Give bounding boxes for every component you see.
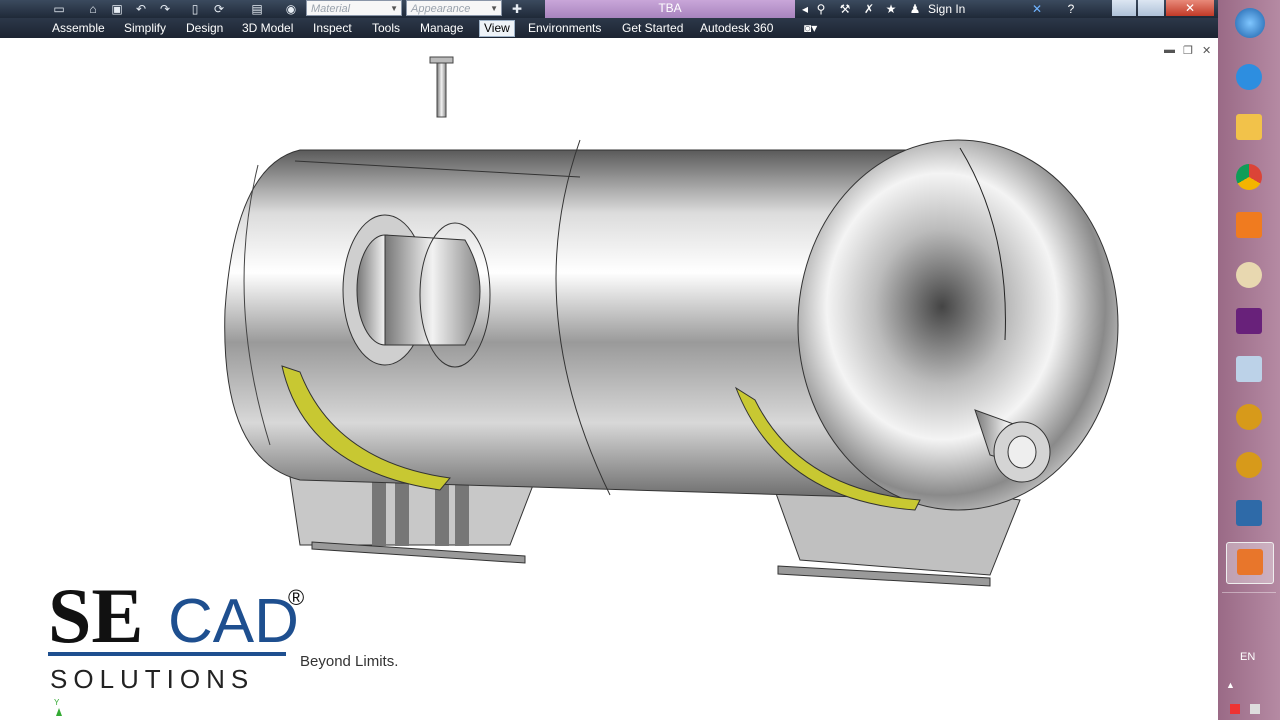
tab-environments[interactable]: Environments (528, 21, 601, 36)
top-nozzle (436, 61, 447, 118)
saddle-rib (395, 480, 409, 546)
color-icon[interactable]: ◉ (284, 2, 298, 16)
save-icon[interactable]: ▣ (110, 2, 124, 16)
taskbar-ie[interactable] (1226, 58, 1272, 98)
visual-studio-icon (1236, 308, 1262, 334)
measure-icon[interactable]: ✚ (510, 2, 524, 16)
tab-tools[interactable]: Tools (372, 21, 400, 36)
taskbar-app-1[interactable] (1226, 398, 1272, 438)
sign-in-link[interactable]: Sign In (928, 2, 965, 16)
redo-icon[interactable]: ↷ (158, 2, 172, 16)
taskbar-explorer[interactable] (1226, 108, 1272, 148)
tab-view[interactable]: View (479, 20, 515, 37)
new-icon[interactable]: ▭ (52, 2, 66, 16)
tools-icon[interactable]: ⚒ (838, 2, 852, 16)
view-axis-indicator: Y (52, 698, 62, 720)
chrome-icon (1236, 164, 1262, 190)
saddle-rib (455, 480, 469, 546)
secad-logo: SE CAD ® SOLUTIONS Beyond Limits. (48, 570, 428, 695)
language-indicator[interactable]: EN (1240, 651, 1255, 663)
taskbar-storage[interactable] (1226, 494, 1272, 534)
tab-get-started[interactable]: Get Started (622, 21, 683, 36)
open-icon[interactable]: ⌂ (86, 2, 100, 16)
material-dropdown[interactable]: Material ▼ (306, 0, 402, 16)
taskbar-inventor[interactable] (1226, 542, 1274, 584)
action-center-icon[interactable] (1250, 704, 1260, 714)
tab-simplify[interactable]: Simplify (124, 21, 166, 36)
ie-icon (1236, 64, 1262, 90)
media-player-icon (1236, 212, 1262, 238)
undo-icon[interactable]: ↶ (134, 2, 148, 16)
select-icon[interactable]: ▤ (250, 2, 264, 16)
appearance-dropdown[interactable]: Appearance ▼ (406, 0, 502, 16)
logo-se: SE (48, 572, 143, 659)
file-explorer-icon (1236, 114, 1262, 140)
taskbar-paint[interactable] (1226, 256, 1272, 296)
taskbar-visual-studio[interactable] (1226, 302, 1272, 342)
doc-restore-icon[interactable]: ❐ (1183, 44, 1193, 57)
inventor-window: I PRO ▭ ⌂ ▣ ↶ ↷ ▯ ⟳ ▤ ◉ Material▼ Appear… (0, 0, 1218, 720)
ribbon-tabs: Assemble Simplify Design 3D Model Inspec… (0, 18, 1218, 38)
logo-subtitle: SOLUTIONS (50, 664, 254, 694)
favorite-icon[interactable]: ★ (884, 2, 898, 16)
taskbar-separator (1222, 592, 1276, 593)
pin-icon[interactable]: ✗ (862, 2, 876, 16)
appearance-dropdown-text: Appearance (411, 3, 471, 15)
logo-cad: CAD (168, 587, 299, 656)
chevron-down-icon: ▼ (390, 4, 398, 13)
logo-tagline: Beyond Limits. (300, 653, 398, 670)
vessel-dished-head (797, 139, 1119, 511)
tab-manage[interactable]: Manage (420, 21, 463, 36)
secad-logo-graphic: SE CAD ® SOLUTIONS Beyond Limits. (48, 572, 398, 694)
doc-close-icon[interactable]: ✕ (1202, 44, 1211, 57)
logo-registered: ® (288, 585, 304, 610)
update-icon[interactable]: ⟳ (212, 2, 226, 16)
restore-button[interactable] (1138, 0, 1164, 16)
windows-taskbar (1218, 0, 1280, 720)
saddle-rib (372, 480, 386, 546)
paint-icon (1236, 262, 1262, 288)
tab-design[interactable]: Design (186, 21, 223, 36)
start-button[interactable] (1226, 4, 1272, 44)
tab-assemble[interactable]: Assemble (52, 21, 105, 36)
doc-minimize-icon[interactable]: ▬ (1164, 44, 1175, 56)
inventor-icon (1237, 549, 1263, 575)
user-icon[interactable]: ♟ (908, 2, 922, 16)
windows-start-icon (1235, 8, 1265, 38)
calculator-icon (1236, 356, 1262, 382)
tab-3d-model[interactable]: 3D Model (242, 21, 293, 36)
taskbar-chrome[interactable] (1226, 158, 1272, 198)
binoculars-icon[interactable]: ⚲ (814, 2, 828, 16)
close-button[interactable]: ✕ (1166, 0, 1214, 16)
app-icon-1 (1236, 404, 1262, 430)
chevron-down-icon: ▼ (490, 4, 498, 13)
exchange-apps-icon[interactable]: ✕ (1030, 2, 1044, 16)
tab-autodesk-360[interactable]: Autodesk 360 (700, 21, 773, 36)
storage-icon (1236, 500, 1262, 526)
taskbar-calculator[interactable] (1226, 350, 1272, 390)
tray-up-icon[interactable]: ▲ (1226, 680, 1235, 690)
network-icon[interactable] (1230, 704, 1240, 714)
help-icon[interactable]: ? (1064, 2, 1078, 16)
caret-left-icon: ◂ (801, 2, 809, 16)
document-title: TBA (545, 0, 795, 18)
ribbon-options-icon[interactable]: ◙▾ (804, 21, 817, 36)
taskbar-app-2[interactable] (1226, 446, 1272, 486)
y-axis-label: Y (54, 698, 60, 707)
material-dropdown-text: Material (311, 3, 351, 15)
minimize-button[interactable] (1112, 0, 1136, 16)
tab-inspect[interactable]: Inspect (313, 21, 352, 36)
app-icon-2 (1236, 452, 1262, 478)
home-icon[interactable]: ▯ (188, 2, 202, 16)
taskbar-media[interactable] (1226, 206, 1272, 246)
